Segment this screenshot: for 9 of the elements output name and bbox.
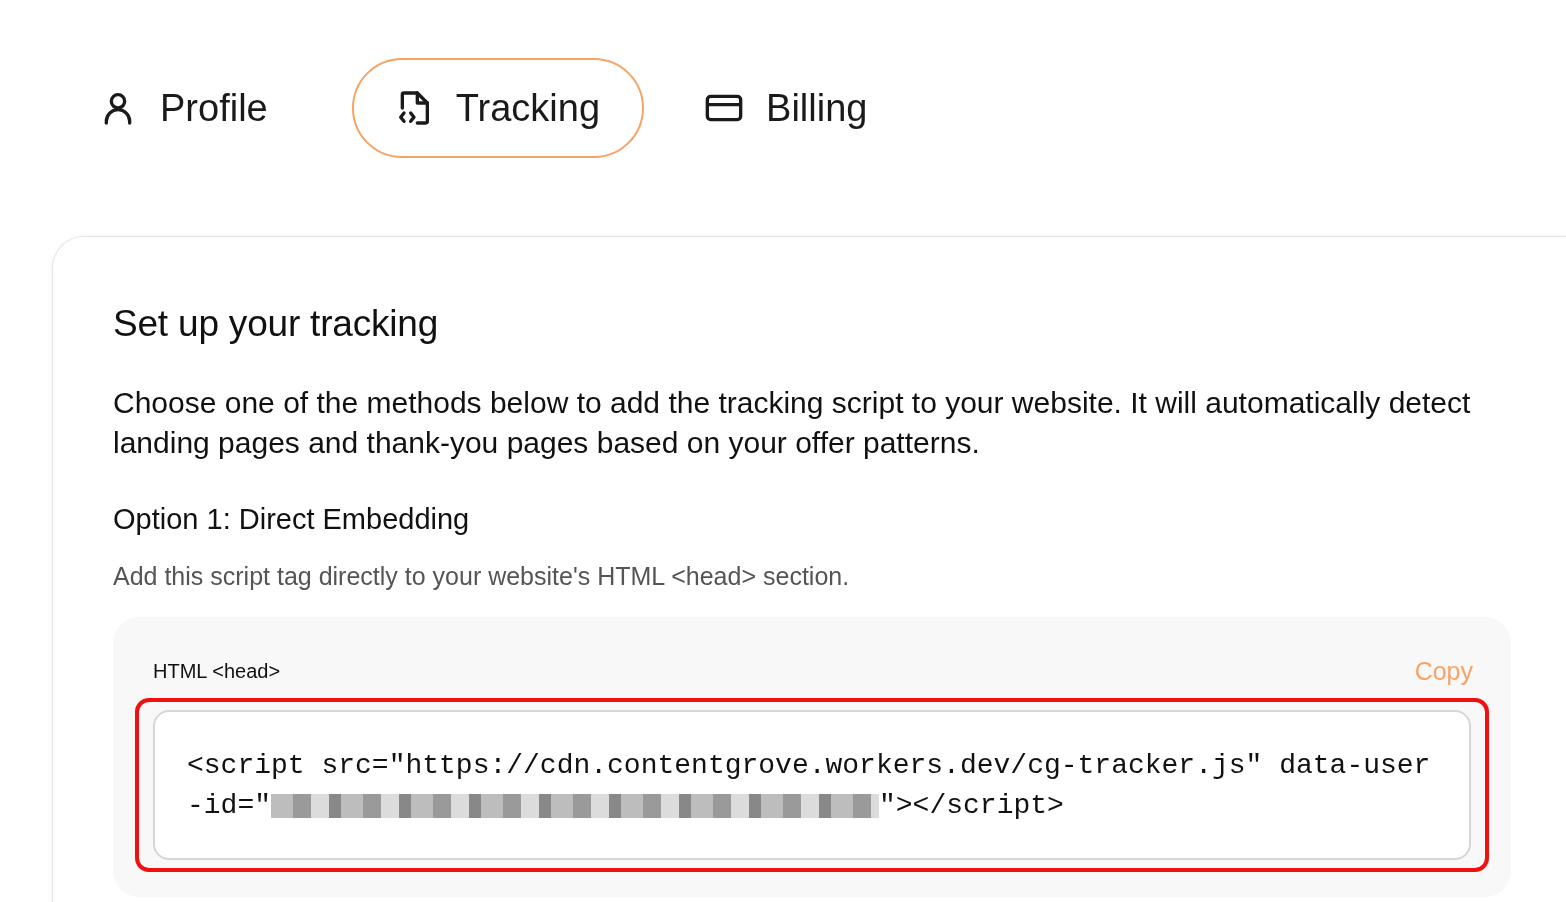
- description-text: Choose one of the methods below to add the tracking script to your website. It will automatically detect landing pages and thank-you pages based on your offer patterns.: [113, 385, 1472, 461]
- code-text: "></script>: [879, 789, 1064, 823]
- code-line: <script src="https://cdn.contentgrove.workers.dev/cg-tracker.js" data-user: [187, 749, 1431, 783]
- hint-text: Add this script tag directly to your website's HTML <head> section.: [113, 562, 851, 591]
- code-text: -id=": [187, 789, 271, 823]
- option-title: Option 1: Direct Embedding: [113, 503, 471, 536]
- section-title: Set up your tracking: [113, 303, 440, 345]
- tab[interactable]: Tracking: [351, 58, 645, 158]
- code-label: HTML <head>: [153, 660, 281, 683]
